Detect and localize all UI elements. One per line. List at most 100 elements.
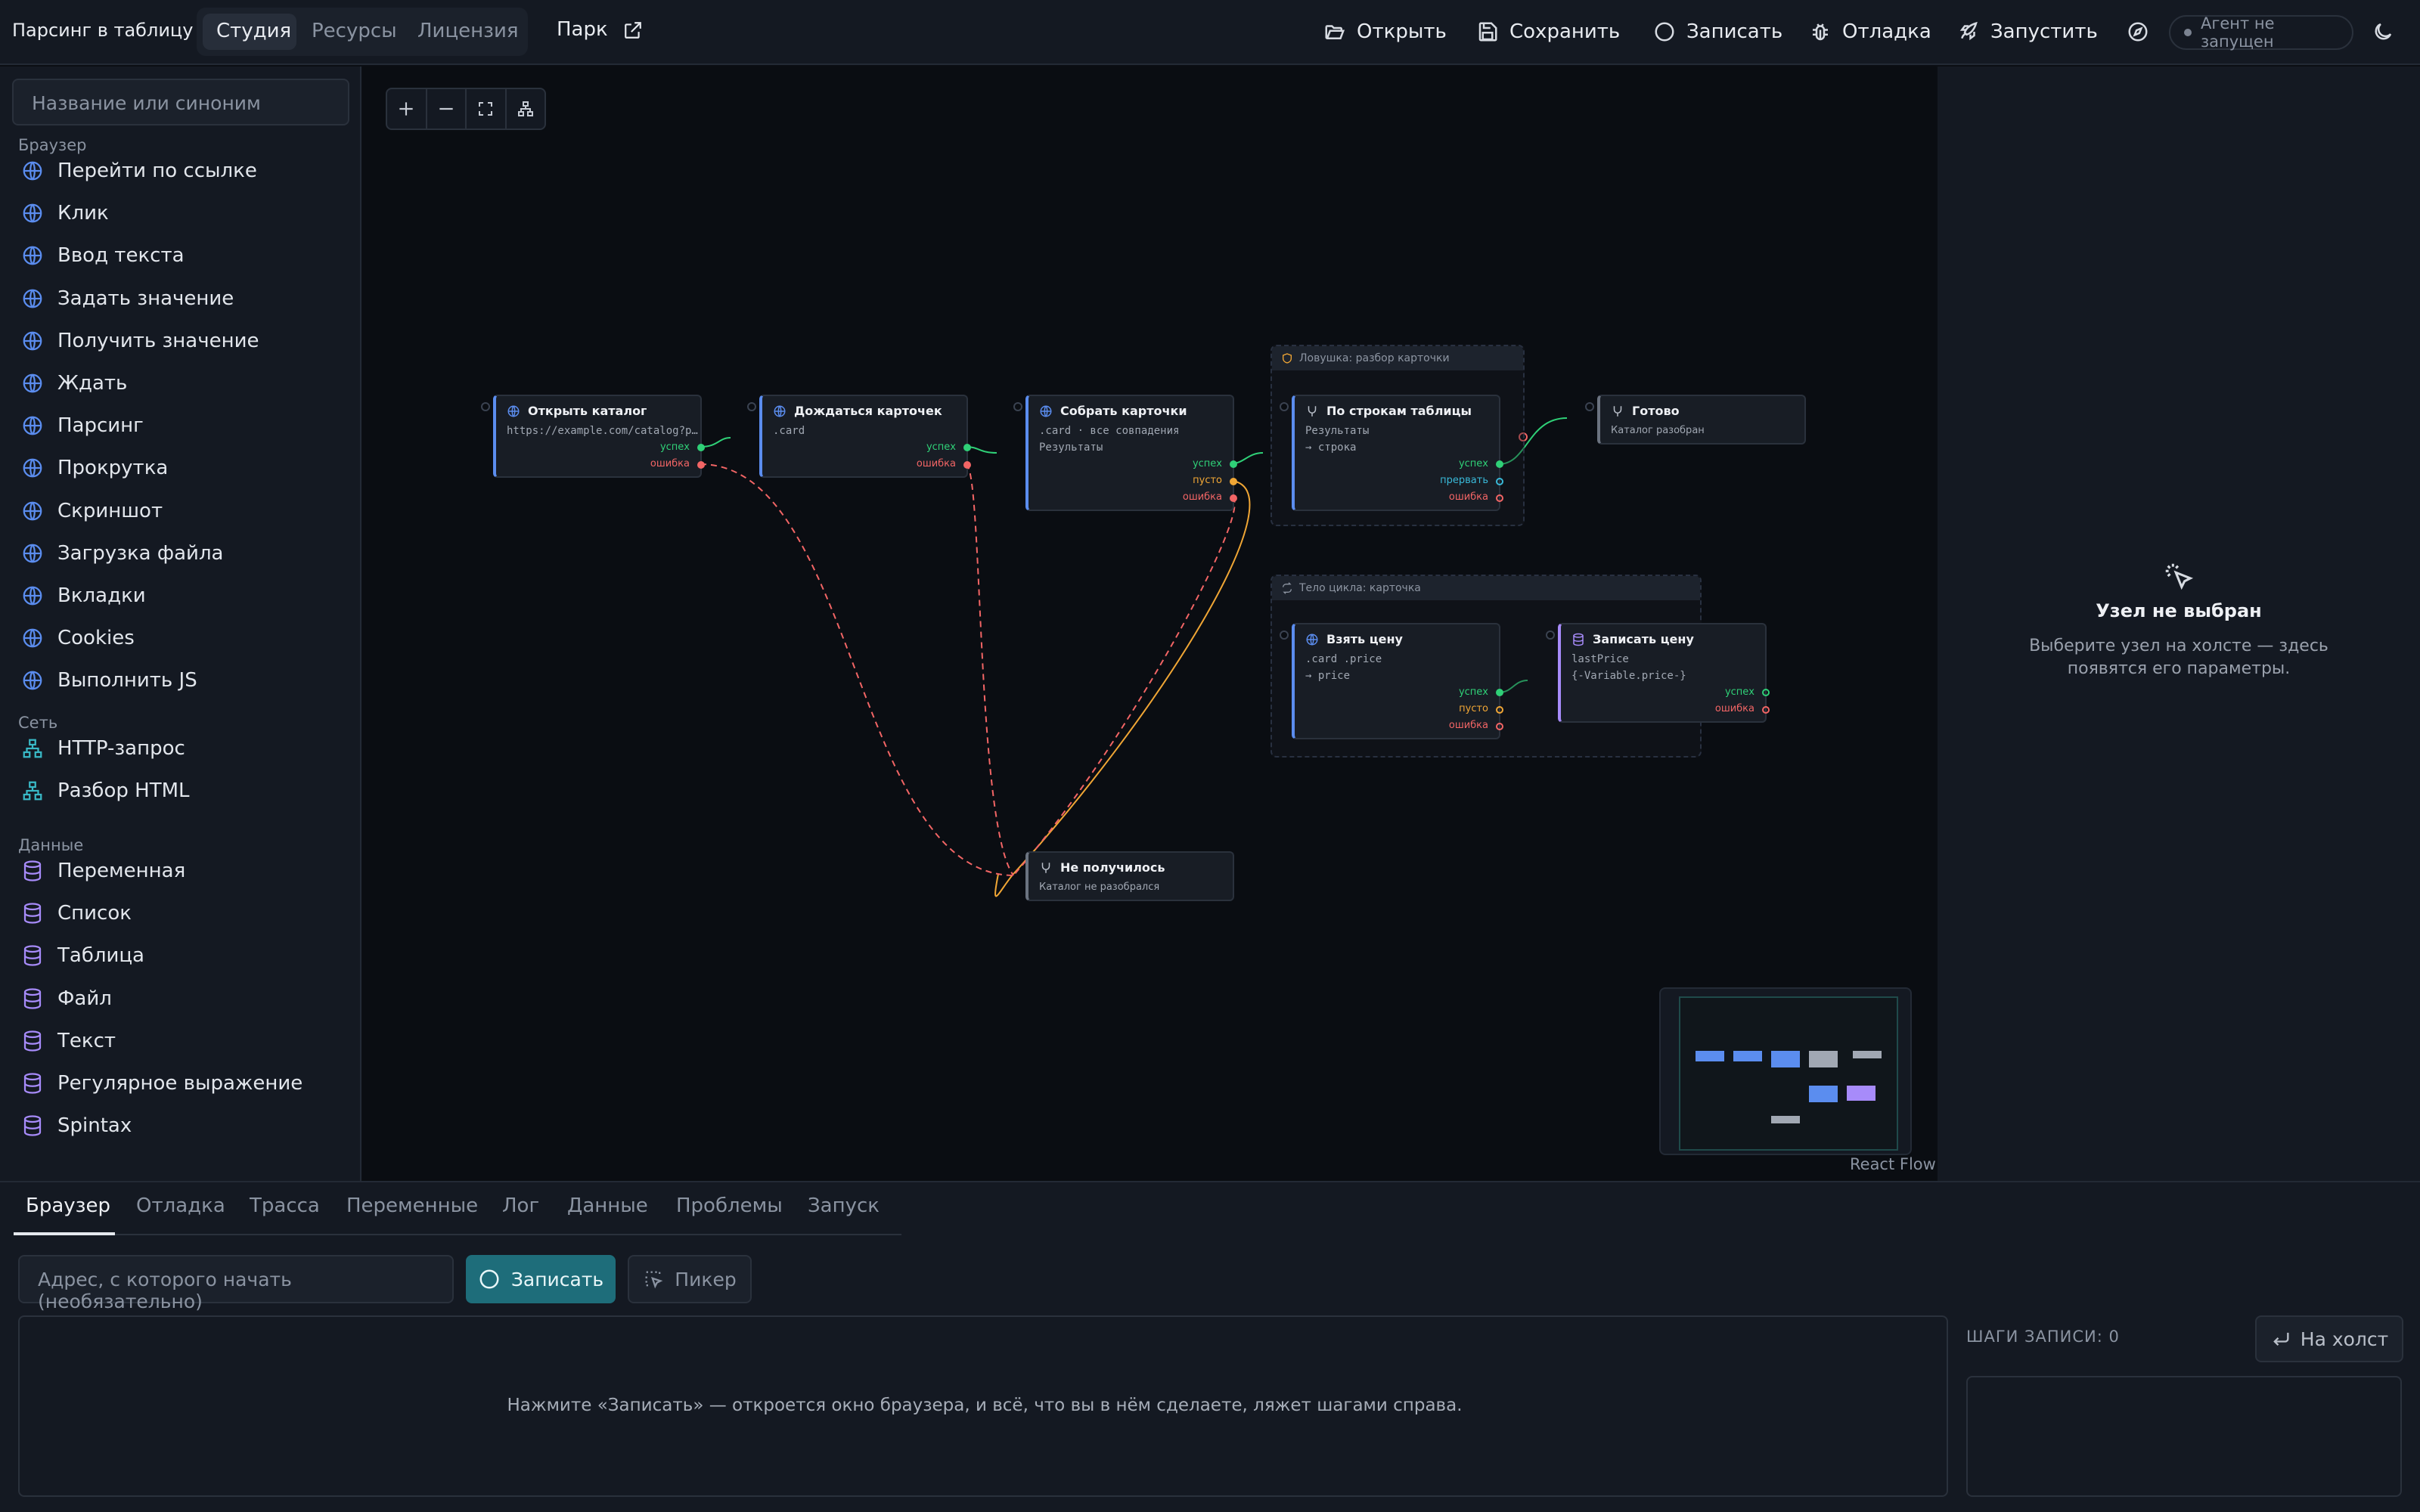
node-selector: .card · все совпадения (1039, 425, 1180, 437)
port-err-handle[interactable] (1762, 706, 1770, 714)
palette-item[interactable]: Разбор HTML (21, 776, 190, 806)
port-err-handle[interactable] (1496, 494, 1503, 502)
debug-button[interactable]: Отладка (1809, 15, 1931, 48)
palette-item-label: Клик (57, 202, 109, 225)
theme-toggle-button[interactable] (2372, 15, 2394, 48)
palette-item-label: Таблица (57, 944, 144, 968)
port-empty-label: пусто (1193, 475, 1222, 486)
palette-item[interactable]: Список (21, 898, 132, 928)
tab-log[interactable]: Лог (502, 1194, 539, 1217)
node-wait-cards[interactable]: Дождаться карточек .card успех ошибка (759, 395, 971, 478)
port-ok-handle[interactable] (697, 444, 705, 451)
tab-debug[interactable]: Отладка (136, 1194, 225, 1217)
zoom-out-button[interactable] (427, 89, 467, 129)
auto-layout-button[interactable] (507, 89, 545, 129)
palette-item[interactable]: Файл (21, 984, 112, 1014)
tab-variables[interactable]: Переменные (346, 1194, 478, 1217)
palette-item[interactable]: Клик (21, 198, 109, 228)
save-button[interactable]: Сохранить (1476, 15, 1620, 48)
record-button[interactable]: Записать (466, 1255, 616, 1303)
port-err-handle[interactable] (697, 461, 705, 469)
node-write-price[interactable]: Записать цену lastPrice {-Variable.price… (1558, 623, 1770, 723)
tab-license[interactable]: Лицензия (417, 20, 519, 44)
open-button[interactable]: Открыть (1323, 15, 1447, 48)
input-handle[interactable] (1280, 402, 1289, 411)
input-handle[interactable] (1013, 402, 1022, 411)
palette-item[interactable]: Выполнить JS (21, 665, 197, 696)
zoom-in-button[interactable] (387, 89, 427, 129)
palette-item[interactable]: Spintax (21, 1111, 132, 1141)
palette-item[interactable]: Прокрутка (21, 453, 168, 483)
palette-item[interactable]: Таблица (21, 940, 144, 971)
palette-item[interactable]: Cookies (21, 623, 135, 653)
node-failed[interactable]: Не получилось Каталог не разобрался (1025, 851, 1234, 901)
node-done[interactable]: Готово Каталог разобран (1597, 395, 1806, 445)
port-ok-handle[interactable] (1496, 460, 1503, 468)
input-handle[interactable] (1546, 631, 1555, 640)
palette-item-label: Скриншот (57, 499, 163, 522)
enter-arrow-icon (2273, 1332, 2289, 1346)
palette-item[interactable]: Перейти по ссылке (21, 156, 257, 186)
tab-run[interactable]: Запуск (808, 1194, 880, 1217)
port-ok-handle[interactable] (963, 444, 971, 451)
palette-item-label: Список (57, 902, 132, 925)
compass-button[interactable] (2127, 15, 2149, 48)
port-empty-handle[interactable] (1230, 478, 1237, 485)
tab-data[interactable]: Данные (567, 1194, 648, 1217)
palette-item[interactable]: Задать значение (21, 284, 234, 314)
palette-item[interactable]: Текст (21, 1026, 116, 1056)
port-break-handle[interactable] (1496, 478, 1503, 485)
palette-item[interactable]: Переменная (21, 856, 185, 886)
minimap-node (1771, 1116, 1800, 1123)
input-handle[interactable] (1585, 402, 1594, 411)
globe-icon (23, 459, 42, 478)
start-url-input[interactable]: Адрес, с которого начать (необязательно) (18, 1255, 454, 1312)
minimap[interactable] (1659, 987, 1912, 1155)
palette-item[interactable]: Вкладки (21, 581, 146, 611)
to-canvas-button[interactable]: На холст (2255, 1315, 2403, 1362)
node-take-price[interactable]: Взять цену .card .price → price успех пу… (1292, 623, 1503, 739)
input-handle[interactable] (1280, 631, 1289, 640)
tab-browser[interactable]: Браузер (26, 1194, 110, 1217)
record-header-button[interactable]: Записать (1653, 15, 1782, 48)
port-err-handle[interactable] (1496, 723, 1503, 730)
run-button[interactable]: Запустить (1957, 15, 2098, 48)
tab-studio[interactable]: Студия (216, 20, 291, 44)
port-ok-handle[interactable] (1496, 689, 1503, 696)
park-link[interactable]: Парк (557, 18, 643, 41)
port-err-handle[interactable] (1230, 494, 1237, 502)
database-icon (23, 945, 42, 967)
node-by-rows[interactable]: По строкам таблицы Результаты → строка у… (1292, 395, 1503, 511)
port-ok-handle[interactable] (1230, 460, 1237, 468)
port-err-handle[interactable] (963, 461, 971, 469)
input-handle[interactable] (481, 402, 490, 411)
globe-icon (23, 161, 42, 181)
fullscreen-icon (479, 102, 493, 116)
flow-canvas[interactable]: Ловушка: разбор карточки Тело цикла: кар… (363, 67, 1936, 1181)
node-open-catalog[interactable]: Открыть каталог https://example.com/cata… (493, 395, 705, 478)
picker-button[interactable]: Пикер (628, 1255, 752, 1303)
node-title-row: Дождаться карточек (773, 404, 942, 418)
palette-item[interactable]: Получить значение (21, 326, 259, 356)
palette-item[interactable]: HTTP-запрос (21, 733, 185, 764)
fit-view-button[interactable] (467, 89, 507, 129)
port-empty-handle[interactable] (1496, 706, 1503, 714)
node-search-input[interactable]: Название или синоним (12, 79, 349, 125)
loop-group-header: Тело цикла: карточка (1272, 576, 1700, 600)
port-ok-handle[interactable] (1762, 689, 1770, 696)
palette-item[interactable]: Скриншот (21, 496, 163, 526)
palette-item[interactable]: Ждать (21, 368, 127, 398)
react-flow-attribution[interactable]: React Flow (1850, 1155, 1936, 1173)
palette-item[interactable]: Регулярное выражение (21, 1068, 302, 1098)
input-handle[interactable] (747, 402, 756, 411)
palette-item[interactable]: Парсинг (21, 411, 144, 441)
port-ok-label: успех (1724, 686, 1754, 698)
record-label: Записать (510, 1268, 604, 1290)
palette-item[interactable]: Загрузка файла (21, 538, 224, 569)
palette-item-label: Файл (57, 987, 112, 1010)
palette-item[interactable]: Ввод текста (21, 240, 185, 271)
node-collect-cards[interactable]: Собрать карточки .card · все совпадения … (1025, 395, 1237, 511)
tab-resources[interactable]: Ресурсы (312, 20, 397, 44)
tab-trace[interactable]: Трасса (250, 1194, 320, 1217)
tab-problems[interactable]: Проблемы (676, 1194, 783, 1217)
